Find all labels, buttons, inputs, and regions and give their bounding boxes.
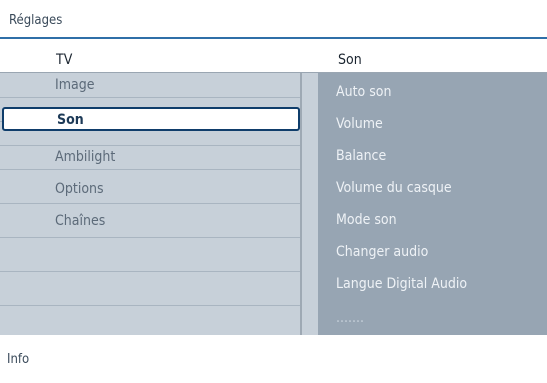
left-column-header: TV [0,44,318,72]
panel-divider [300,73,302,335]
menu-item-image[interactable]: Image [0,73,300,97]
right-column-header: Son [318,44,547,72]
submenu-item-label: Volume du casque [336,180,452,196]
submenu-item-mode-son[interactable]: Mode son [318,205,547,235]
menu-item-label: Chaînes [55,213,106,229]
menu-item-label: Ambilight [55,149,116,165]
menu-item-chaines[interactable]: Chaînes [0,209,300,233]
row-divider [0,305,300,306]
title-divider [0,37,547,39]
main-menu-panel: Image Son Ambilight Options Chaînes [0,73,318,335]
submenu-item-changer-audio[interactable]: Changer audio [318,237,547,267]
submenu-item-label: Volume [336,116,383,132]
submenu-item-volume[interactable]: Volume [318,109,547,139]
submenu-item-label: Mode son [336,212,397,228]
menu-item-ambilight[interactable]: Ambilight [0,145,300,169]
row-divider [0,271,300,272]
menu-item-son[interactable]: Son [2,107,300,131]
page-title: Réglages [9,13,63,28]
row-divider [0,169,300,170]
menu-item-label: Son [57,112,84,128]
right-column-title: Son [338,52,362,68]
submenu-item-langue-digital-audio[interactable]: Langue Digital Audio [318,269,547,299]
top-bar: Réglages [0,0,547,42]
left-column-title: TV [56,52,73,68]
info-bar: Info [0,335,547,383]
menu-item-label: Options [55,181,104,197]
row-divider [0,237,300,238]
submenu-item-label: Balance [336,148,387,164]
menu-item-label: Image [55,77,95,93]
submenu-item-auto-son[interactable]: Auto son [318,77,547,107]
submenu-item-label: Changer audio [336,244,429,260]
row-divider [0,97,300,98]
row-divider [0,203,300,204]
submenu-panel: Auto son Volume Balance Volume du casque… [318,73,547,335]
menu-item-options[interactable]: Options [0,177,300,201]
info-label: Info [7,352,30,367]
submenu-item-balance[interactable]: Balance [318,141,547,171]
submenu-item-volume-casque[interactable]: Volume du casque [318,173,547,203]
submenu-item-label: Langue Digital Audio [336,276,468,292]
submenu-item-label: Auto son [336,84,392,100]
submenu-item-label: ....... [336,310,364,326]
submenu-item-more[interactable]: ....... [318,303,547,333]
